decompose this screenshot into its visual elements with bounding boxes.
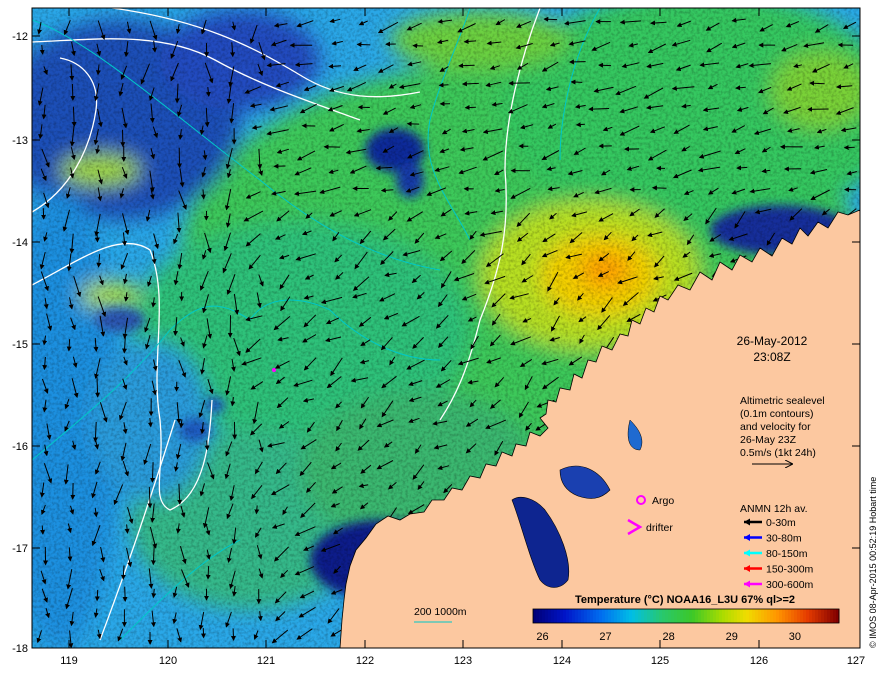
lon-tick-label: 127 — [847, 655, 865, 667]
lat-tick-label: -17 — [12, 543, 28, 555]
velocity-arrow — [122, 586, 128, 602]
altimetry-line: Altimetric sealevel — [740, 395, 825, 407]
anmn-label: 0-30m — [766, 517, 796, 529]
lat-tick-label: -12 — [12, 31, 28, 43]
altimetry-line: 26-May 23Z — [740, 434, 797, 446]
velocity-arrow — [543, 16, 558, 22]
time-label: 23:08Z — [753, 350, 790, 364]
date-label: 26-May-2012 — [737, 334, 808, 348]
velocity-arrow — [95, 377, 101, 398]
velocity-arrow — [70, 83, 76, 101]
velocity-arrow — [205, 566, 211, 580]
velocity-arrow — [464, 105, 476, 111]
velocity-arrow — [809, 80, 825, 86]
lat-tick-label: -14 — [12, 237, 28, 249]
lon-tick-label: 126 — [750, 655, 768, 667]
velocity-arrow — [588, 106, 610, 112]
anmn-label: 30-80m — [766, 533, 802, 545]
colorbar-tick-label: 27 — [599, 631, 611, 643]
lon-tick-label: 123 — [454, 655, 472, 667]
velocity-arrow — [651, 185, 667, 191]
velocity-arrow — [150, 462, 156, 483]
colorbar-tick-label: 28 — [663, 631, 675, 643]
lon-tick-label: 122 — [356, 655, 374, 667]
velocity-arrow — [200, 189, 206, 200]
anmn-label: 80-150m — [766, 548, 808, 560]
altimetry-line: 0.5m/s (1kt 24h) — [740, 447, 816, 459]
velocity-arrow — [40, 525, 46, 535]
isobath-label: 200 1000m — [414, 606, 467, 618]
lon-tick-label: 119 — [60, 655, 78, 667]
velocity-arrow — [843, 145, 855, 150]
mooring-marker — [272, 368, 276, 372]
lon-tick-label: 124 — [553, 655, 571, 667]
velocity-arrow — [94, 230, 100, 243]
lon-tick-label: 120 — [159, 655, 177, 667]
credit-text: © IMOS 08-Apr-2015 00:52:19 Hobart time — [868, 477, 878, 648]
velocity-arrow — [736, 165, 748, 171]
velocity-arrow — [204, 440, 210, 451]
anmn-label: 150-300m — [766, 564, 814, 576]
sst-map: 119 120 121 122 123 124 125 126 127 -12 … — [12, 7, 878, 667]
colorbar-tick-label: 29 — [726, 631, 738, 643]
velocity-arrow — [598, 62, 612, 68]
altimetry-line: (0.1m contours) — [740, 408, 814, 420]
colorbar-title: Temperature (°C) NOAA16_L3U 67% ql>=2 — [575, 594, 795, 606]
colorbar-tick-label: 26 — [536, 631, 548, 643]
velocity-arrow — [66, 339, 72, 352]
drifter-label: drifter — [646, 522, 673, 534]
velocity-arrow — [356, 42, 371, 48]
anmn-title: ANMN 12h av. — [740, 503, 808, 515]
colorbar-gradient — [533, 609, 840, 623]
lat-tick-label: -15 — [12, 339, 28, 351]
velocity-arrow — [458, 63, 475, 69]
velocity-arrow — [575, 122, 585, 128]
velocity-arrow — [570, 79, 583, 85]
lat-tick-label: -16 — [12, 441, 28, 453]
lat-tick-label: -13 — [12, 135, 28, 147]
anmn-label: 300-600m — [766, 579, 814, 591]
velocity-arrow — [438, 82, 449, 88]
velocity-arrow — [461, 81, 479, 87]
lat-tick-label: -18 — [12, 643, 28, 655]
argo-label: Argo — [652, 495, 674, 507]
velocity-arrow — [230, 628, 236, 641]
lon-tick-label: 121 — [257, 655, 275, 667]
altimetry-line: and velocity for — [740, 421, 811, 433]
velocity-arrow — [94, 589, 100, 602]
lon-tick-label: 125 — [651, 655, 669, 667]
colorbar-tick-label: 30 — [789, 631, 801, 643]
